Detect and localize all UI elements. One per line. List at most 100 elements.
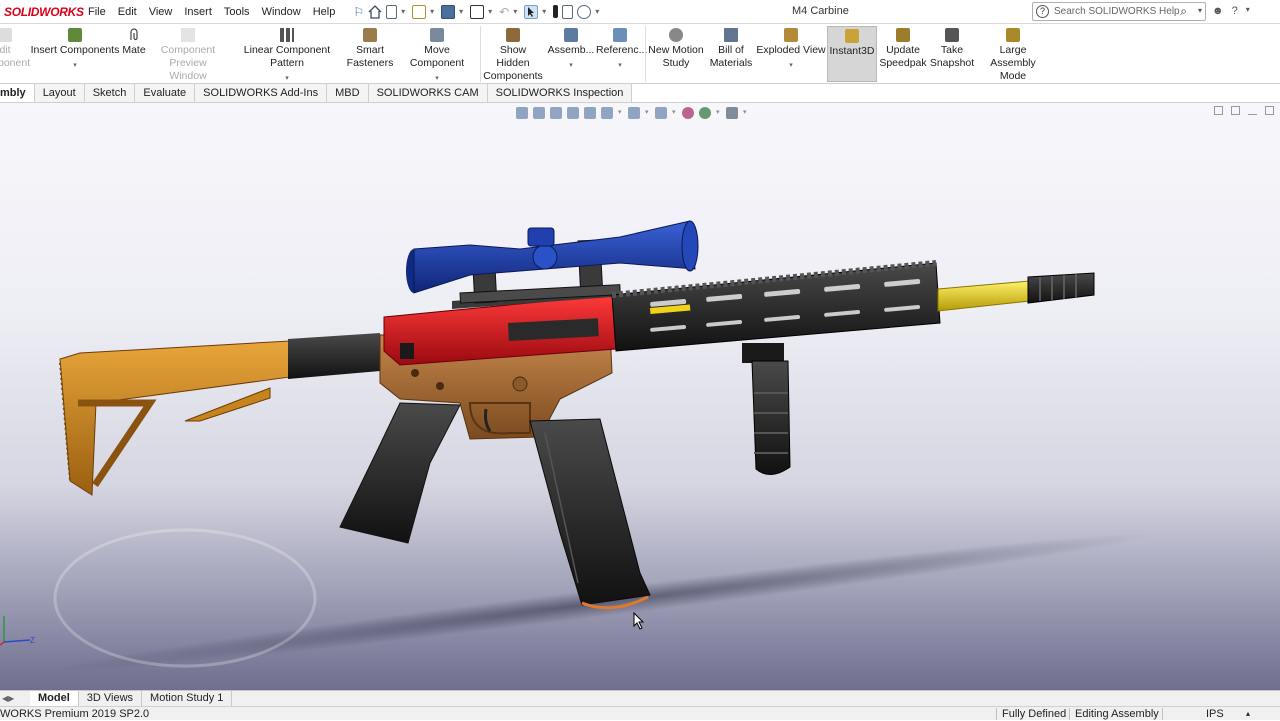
chevron-down-icon[interactable]: ▾ — [401, 7, 405, 16]
camera-icon — [945, 28, 959, 42]
search-help-field[interactable]: ? Search SOLIDWORKS Help ⌕ — [1032, 2, 1206, 21]
chevron-down-icon[interactable]: ▾ — [30, 59, 120, 72]
chevron-down-icon[interactable]: ▾ — [595, 7, 599, 16]
tab-solidworks-cam[interactable]: SOLIDWORKS CAM — [368, 84, 488, 102]
tab-scroll-arrows-icon[interactable]: ◀▶ — [0, 694, 30, 703]
select-pointer-icon[interactable] — [524, 4, 539, 19]
traffic-light-icon[interactable] — [553, 5, 559, 18]
tab-solidworks-inspection[interactable]: SOLIDWORKS Inspection — [487, 84, 633, 102]
move-component-icon — [430, 28, 444, 42]
quick-access-toolbar: ⚐ ▾ ▾ ▾ ▾ ↶ ▾ ▾ ▾ — [353, 4, 602, 19]
tab-solidworks-add-ins[interactable]: SOLIDWORKS Add-Ins — [195, 84, 328, 102]
menu-file[interactable]: File — [82, 6, 112, 18]
solidworks-logo[interactable]: SOLIDWORKS — [0, 5, 84, 19]
tab-3d-views[interactable]: 3D Views — [79, 691, 143, 706]
tab-layout[interactable]: Layout — [34, 84, 85, 102]
new-document-icon[interactable] — [386, 4, 398, 19]
m4-carbine-model[interactable] — [0, 103, 1280, 690]
reference-geometry-button[interactable]: Referenc... ▾ — [596, 28, 647, 72]
status-bar: WORKS Premium 2019 SP2.0 Fully Defined E… — [0, 706, 1280, 720]
chevron-down-icon[interactable]: ▾ — [546, 59, 596, 72]
status-divider — [996, 708, 997, 720]
unit-system-selector[interactable]: IPS — [1206, 707, 1224, 721]
document-title: M4 Carbine — [792, 5, 849, 17]
pin-icon[interactable]: ⚐ — [353, 5, 364, 19]
status-divider — [1069, 708, 1070, 720]
take-snapshot-button[interactable]: Take Snapshot — [929, 28, 975, 70]
tab-motion-study-1[interactable]: Motion Study 1 — [142, 691, 233, 706]
user-account-icon[interactable]: ☻ — [1212, 5, 1224, 17]
save-icon[interactable] — [441, 4, 456, 19]
rifle-scope[interactable] — [406, 220, 699, 294]
tab-mbd[interactable]: MBD — [327, 84, 369, 102]
barrel[interactable] — [937, 272, 1095, 312]
mouse-cursor-icon — [633, 612, 645, 630]
undo-icon[interactable]: ↶ — [499, 5, 509, 19]
view-triad-icon: Z — [0, 616, 35, 646]
move-component-button[interactable]: Move Component ▾ — [396, 28, 478, 85]
pistol-grip[interactable] — [339, 402, 461, 544]
buttstock[interactable] — [59, 340, 291, 496]
command-manager-ribbon: dit ponent Insert Components ▾ Mate Comp… — [0, 24, 1280, 84]
linear-component-pattern-button[interactable]: Linear Component Pattern ▾ — [228, 28, 346, 85]
print-icon[interactable] — [470, 4, 485, 19]
large-assembly-mode-button[interactable]: Large Assembly Mode — [977, 28, 1049, 83]
magazine[interactable] — [529, 418, 651, 610]
status-divider — [1162, 708, 1163, 720]
new-motion-study-button[interactable]: New Motion Study — [647, 28, 705, 70]
bill-of-materials-button[interactable]: Bill of Materials — [708, 28, 754, 70]
chevron-down-icon[interactable]: ▾ — [756, 59, 826, 72]
component-preview-window-button[interactable]: Component Preview Window — [150, 28, 226, 83]
menu-help[interactable]: Help — [307, 6, 342, 18]
buffer-tube — [288, 333, 380, 379]
svg-text:Z: Z — [30, 636, 35, 645]
update-speedpak-button[interactable]: Update Speedpak — [879, 28, 927, 70]
search-dropdown-icon[interactable]: ▾ — [1198, 6, 1202, 15]
exploded-view-icon — [784, 28, 798, 42]
large-assembly-icon — [1006, 28, 1020, 42]
graphics-viewport[interactable]: ▾ ▾ ▾ ▾ ▾ Z — [0, 103, 1280, 690]
linear-pattern-icon — [280, 28, 294, 42]
exploded-view-button[interactable]: Exploded View ▾ — [756, 28, 826, 72]
reference-geometry-icon — [613, 28, 627, 42]
quad-rail-handguard[interactable] — [611, 260, 941, 352]
chevron-down-icon[interactable]: ▾ — [459, 7, 463, 16]
menu-tools[interactable]: Tools — [218, 6, 256, 18]
menu-edit[interactable]: Edit — [112, 6, 143, 18]
speedpak-icon — [896, 28, 910, 42]
smart-fasteners-button[interactable]: Smart Fasteners — [346, 28, 394, 70]
chevron-down-icon[interactable]: ▾ — [596, 59, 644, 72]
menu-insert[interactable]: Insert — [178, 6, 218, 18]
chevron-down-icon[interactable]: ▾ — [488, 7, 492, 16]
search-icon[interactable]: ⌕ — [1180, 4, 1187, 19]
open-folder-icon[interactable] — [412, 4, 427, 19]
ribbon-divider — [480, 26, 481, 82]
tab-assembly[interactable]: mbly — [0, 84, 35, 102]
options-gear-icon[interactable] — [577, 4, 592, 19]
chevron-down-icon[interactable]: ▾ — [430, 7, 434, 16]
menu-window[interactable]: Window — [256, 6, 307, 18]
preview-window-icon — [181, 28, 195, 42]
home-icon[interactable] — [368, 4, 382, 19]
assembly-features-button[interactable]: Assemb... ▾ — [546, 28, 596, 72]
menu-view[interactable]: View — [143, 6, 179, 18]
insert-components-icon — [68, 28, 82, 42]
instant3d-button[interactable]: Instant3D — [827, 26, 877, 82]
help-icon[interactable]: ? — [1232, 5, 1238, 17]
mate-button[interactable]: Mate — [120, 28, 148, 57]
edit-component-button[interactable]: dit ponent — [0, 28, 30, 70]
tab-sketch[interactable]: Sketch — [84, 84, 136, 102]
chevron-up-icon[interactable]: ▴ — [1246, 707, 1250, 721]
edit-component-icon — [0, 28, 12, 42]
insert-components-button[interactable]: Insert Components ▾ — [30, 28, 120, 72]
vertical-foregrip[interactable] — [742, 343, 791, 475]
bill-of-materials-icon — [724, 28, 738, 42]
chevron-down-icon[interactable]: ▾ — [513, 7, 517, 16]
chevron-down-icon[interactable]: ▾ — [542, 7, 546, 16]
show-hidden-components-button[interactable]: Show Hidden Components — [482, 28, 544, 83]
tab-evaluate[interactable]: Evaluate — [135, 84, 196, 102]
ribbon-divider — [645, 26, 646, 82]
tab-model[interactable]: Model — [30, 691, 79, 706]
file-properties-icon[interactable] — [562, 4, 574, 19]
chevron-down-icon[interactable]: ▾ — [1246, 5, 1250, 17]
